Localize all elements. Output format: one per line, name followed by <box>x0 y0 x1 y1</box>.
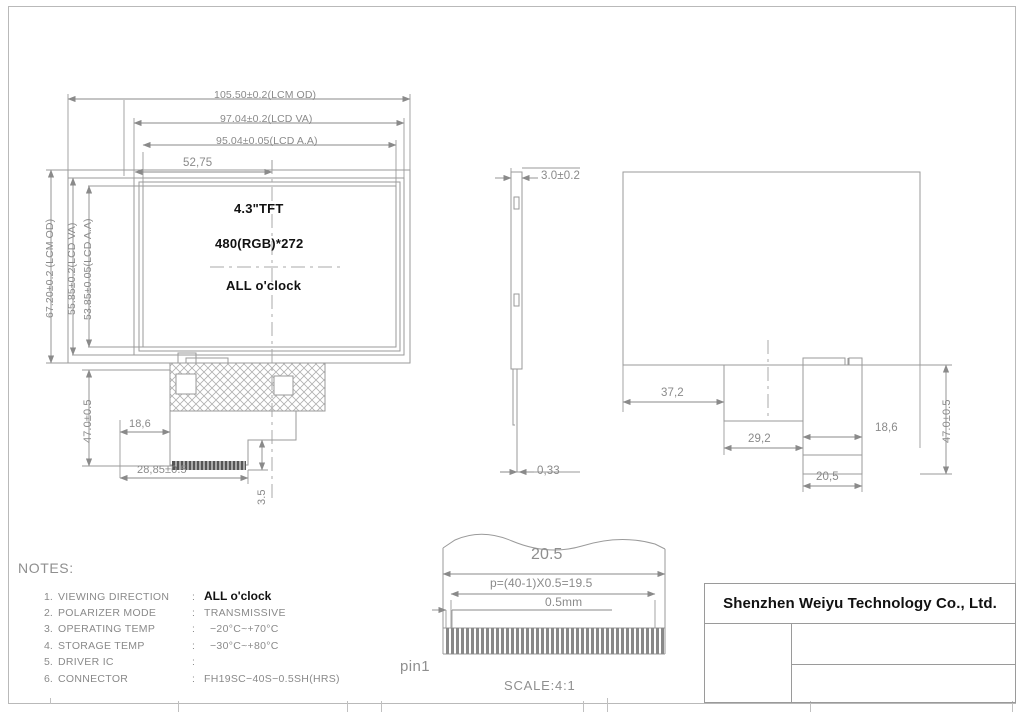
dim-lcd-aa-width: 95.04±0.05(LCD A.A) <box>216 135 318 147</box>
note-colon: : <box>192 656 195 669</box>
dim-lcd-va-height: 55.85±0.2(LCD VA) <box>66 222 78 315</box>
panel-viewing-label: ALL o'clock <box>226 278 302 293</box>
dim-fpc-offset: 18,6 <box>129 418 151 430</box>
note-item: 2. POLARIZER MODE : TRANSMISSIVE <box>44 605 340 622</box>
note-colon: : <box>192 623 195 636</box>
dim-rear-height: 47.0±0.5 <box>941 399 953 443</box>
note-number: 4. <box>44 639 53 652</box>
dim-center-offset: 52,75 <box>183 157 213 169</box>
note-value: −20°C~+70°C <box>210 623 279 636</box>
note-number: 5. <box>44 656 53 669</box>
note-item: 3. OPERATING TEMP : −20°C~+70°C <box>44 621 340 638</box>
dim-fpc-width: 28,85±0.5 <box>137 464 187 476</box>
title-block-column-divider <box>791 624 792 702</box>
note-value: TRANSMISSIVE <box>204 606 286 619</box>
dim-detail-width: 20.5 <box>531 546 563 563</box>
dim-rear-29-2: 29,2 <box>748 433 771 445</box>
note-value: ALL o'clock <box>204 589 272 603</box>
notes-heading: NOTES: <box>18 560 74 576</box>
title-block-header: Shenzhen Weiyu Technology Co., Ltd. <box>705 584 1015 624</box>
note-key: POLARIZER MODE <box>58 606 157 619</box>
note-key: CONNECTOR <box>58 672 129 685</box>
note-key: VIEWING DIRECTION <box>58 591 170 603</box>
notes-list: 1. VIEWING DIRECTION : ALL o'clock 2. PO… <box>44 588 340 688</box>
note-item: 5. DRIVER IC : <box>44 654 340 671</box>
dim-rear-18-6: 18,6 <box>875 422 898 434</box>
note-key: STORAGE TEMP <box>58 639 145 652</box>
dim-module-thickness: 3.0±0.2 <box>541 170 580 182</box>
title-block-row-divider <box>791 664 1015 665</box>
note-item: 6. CONNECTOR : FH19SC−40S−0.5SH(HRS) <box>44 671 340 688</box>
note-number: 3. <box>44 623 53 636</box>
dim-pitch: 0.5mm <box>545 595 583 609</box>
panel-type-label: 4.3"TFT <box>234 201 284 216</box>
note-value: FH19SC−40S−0.5SH(HRS) <box>204 672 340 685</box>
title-block: Shenzhen Weiyu Technology Co., Ltd. <box>704 583 1016 703</box>
note-key: OPERATING TEMP <box>58 623 156 636</box>
note-colon: : <box>192 639 195 652</box>
note-item: 1. VIEWING DIRECTION : ALL o'clock <box>44 588 340 605</box>
dim-lcm-od-width: 105.50±0.2(LCM OD) <box>214 89 317 101</box>
pin1-label: pin1 <box>400 658 430 675</box>
dim-fpc-height: 47.0±0.5 <box>82 399 94 443</box>
note-key: DRIVER IC <box>58 656 114 669</box>
note-colon: : <box>192 591 195 603</box>
drawing-sheet: 105.50±0.2(LCM OD) 97.04±0.2(LCD VA) 95.… <box>0 0 1024 712</box>
dim-lcm-od-height: 67.20±0.2 (LCM OD) <box>44 218 56 318</box>
dim-pitch-formula: p=(40-1)X0.5=19.5 <box>490 576 593 590</box>
note-colon: : <box>192 606 195 619</box>
dim-fpc-thickness: 0,33 <box>537 465 560 477</box>
scale-label: SCALE:4:1 <box>504 678 576 693</box>
note-number: 2. <box>44 606 53 619</box>
company-name: Shenzhen Weiyu Technology Co., Ltd. <box>723 595 997 612</box>
dim-rear-37-2: 37,2 <box>661 387 684 399</box>
note-number: 6. <box>44 672 53 685</box>
dim-rear-20-5: 20,5 <box>816 471 839 483</box>
note-item: 4. STORAGE TEMP : −30°C~+80°C <box>44 638 340 655</box>
note-number: 1. <box>44 591 53 603</box>
panel-resolution-label: 480(RGB)*272 <box>215 236 304 251</box>
dim-fpc-tail-height: 3.5 <box>256 489 268 505</box>
dim-lcd-va-width: 97.04±0.2(LCD VA) <box>220 113 313 125</box>
note-value: −30°C~+80°C <box>210 639 279 652</box>
dim-lcd-aa-height: 53.85±0.05(LCD A.A) <box>82 218 94 320</box>
note-colon: : <box>192 672 195 685</box>
